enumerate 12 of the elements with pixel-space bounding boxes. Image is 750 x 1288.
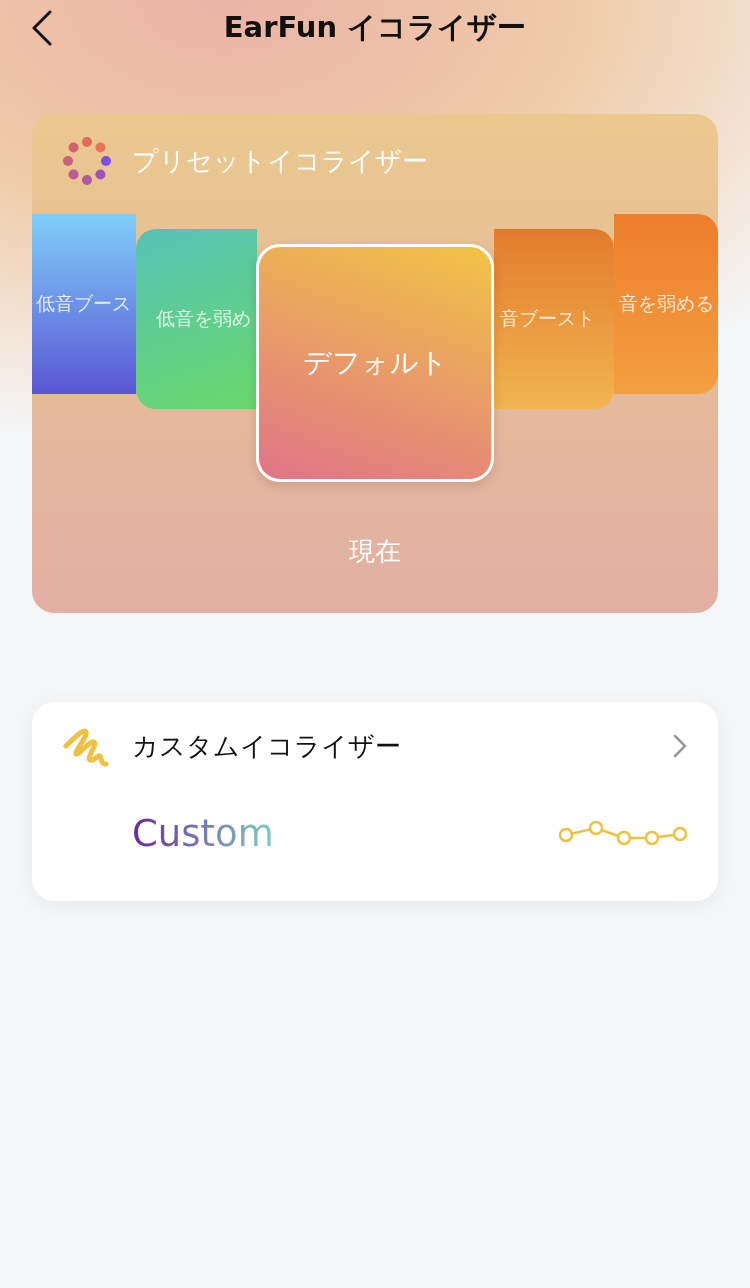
line-graph-icon [558,818,688,848]
page-title: EarFun イコライザー [223,9,527,46]
preset-card[interactable]: 低音ブース [32,214,136,394]
current-label: 現在 [349,536,401,566]
chevron-right-icon[interactable] [672,733,688,759]
preset-card[interactable]: 音ブースト [494,229,614,409]
section-title: プリセットイコライザー [132,144,428,178]
preset-card[interactable]: デフォルト [256,244,494,482]
preset-card[interactable]: 低音を弱め [136,229,257,409]
dot-ring-icon [62,136,112,186]
section-title[interactable]: カスタムイコライザー [132,728,650,764]
preset-card[interactable]: 音を弱める [614,214,718,394]
